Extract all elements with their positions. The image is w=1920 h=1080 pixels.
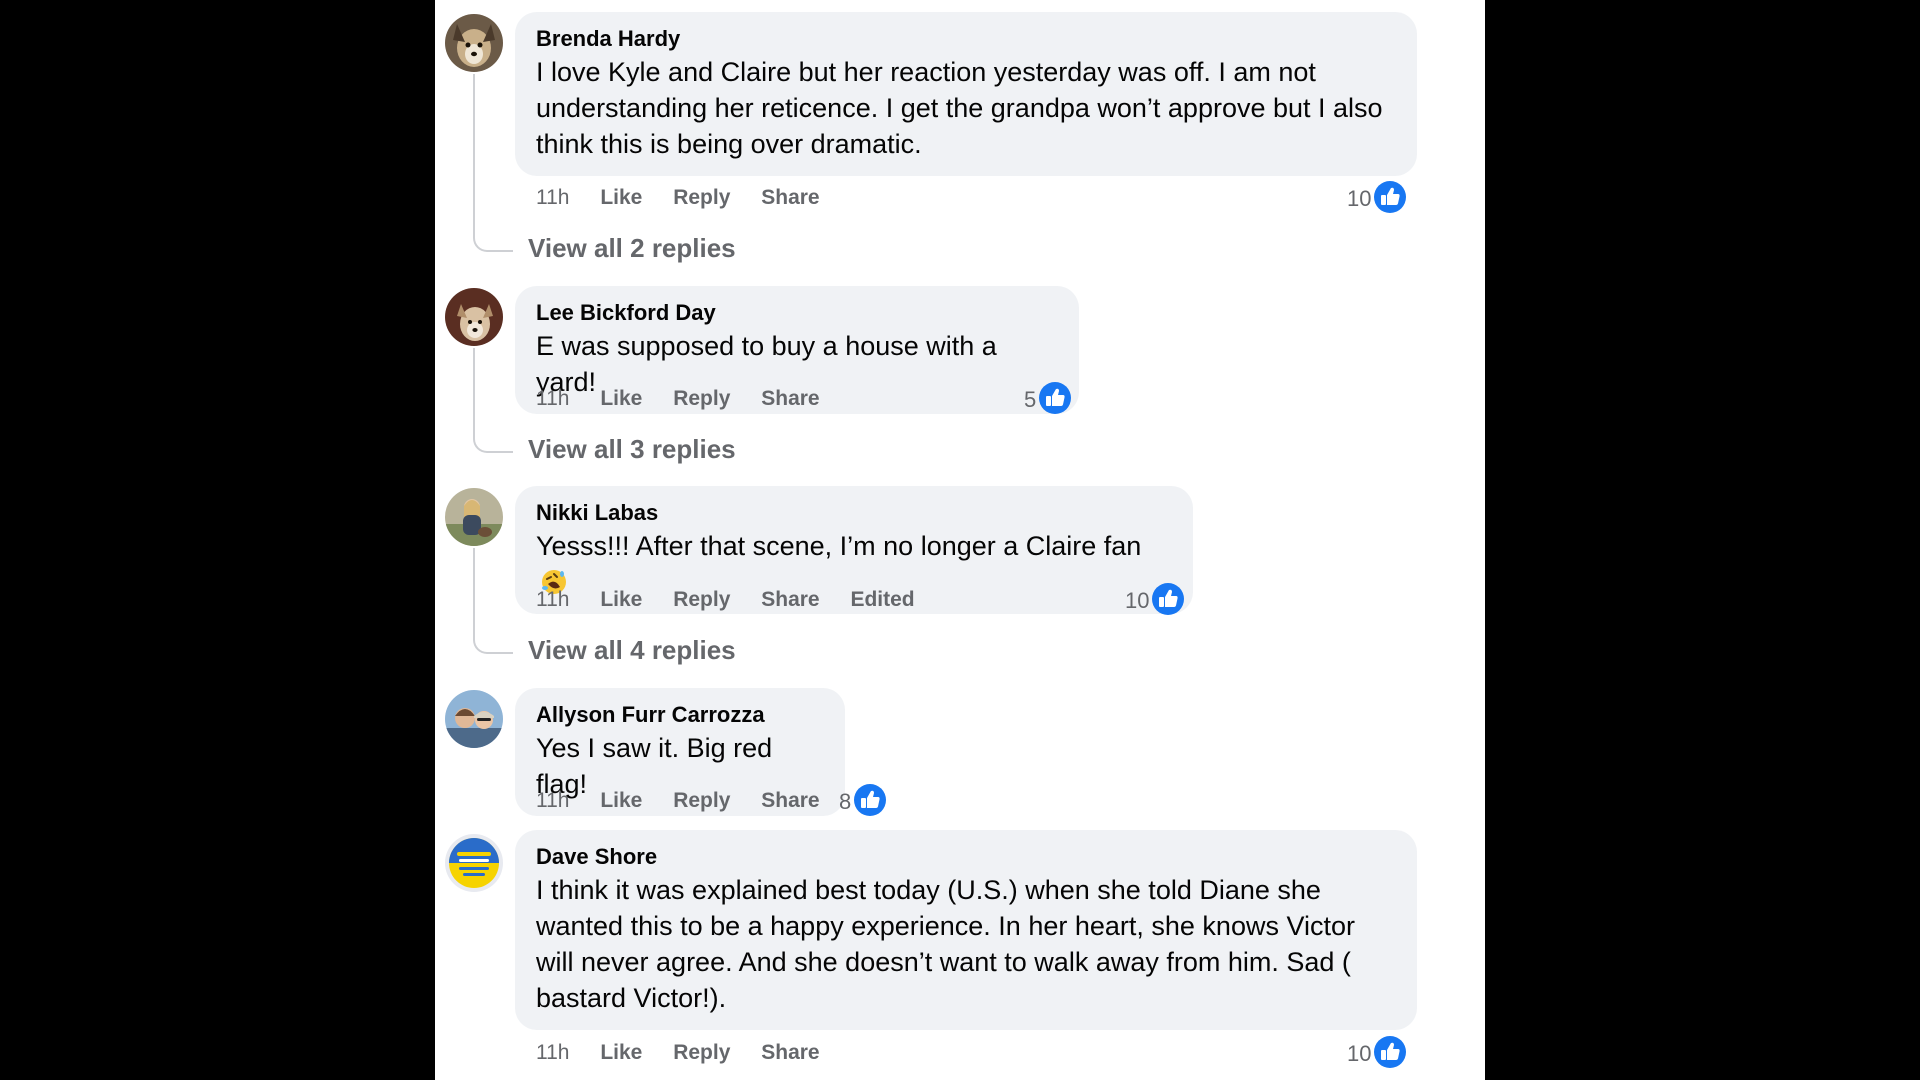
share-button[interactable]: Share — [761, 586, 819, 614]
comment-bubble: Brenda Hardy I love Kyle and Claire but … — [515, 12, 1417, 176]
view-replies-link[interactable]: View all 4 replies — [528, 633, 736, 667]
avatar-couple-photo-icon — [445, 690, 503, 748]
timestamp-link[interactable]: 11h — [536, 586, 569, 614]
like-button[interactable]: Like — [600, 787, 642, 815]
avatar[interactable] — [445, 690, 503, 748]
comment-actions: 11h Like Reply Share — [536, 385, 845, 413]
like-reaction-icon — [1374, 181, 1407, 213]
reply-button[interactable]: Reply — [673, 787, 730, 815]
comment-text: I think it was explained best today (U.S… — [536, 872, 1396, 1016]
like-button[interactable]: Like — [600, 586, 642, 614]
reaction-count: 8 — [839, 789, 852, 814]
comment-text-line: I think it was explained best today (U.S… — [536, 875, 1321, 905]
reply-button[interactable]: Reply — [673, 184, 730, 212]
reaction-summary[interactable]: 5 — [1024, 381, 1072, 415]
like-reaction-icon — [1039, 382, 1072, 414]
like-button[interactable]: Like — [600, 184, 642, 212]
comment-author[interactable]: Lee Bickford Day — [536, 300, 1058, 326]
avatar[interactable] — [445, 14, 503, 72]
reply-button[interactable]: Reply — [673, 586, 730, 614]
like-reaction-icon — [1152, 583, 1185, 615]
comment-author[interactable]: Nikki Labas — [536, 500, 1172, 526]
share-button[interactable]: Share — [761, 1039, 819, 1067]
comment-text-line: bastard Victor!). — [536, 983, 727, 1013]
edited-label[interactable]: Edited — [850, 586, 914, 614]
comment-author[interactable]: Allyson Furr Carrozza — [536, 702, 824, 728]
comment-actions: 11h Like Reply Share — [536, 184, 845, 212]
comment-actions: 11h Like Reply Share — [536, 787, 845, 815]
reaction-summary[interactable]: 10 — [1125, 582, 1185, 616]
comment-text-line: will never agree. And she doesn’t want t… — [536, 947, 1351, 977]
comment-text-line: understanding her reticence. I get the g… — [536, 93, 1383, 123]
comment-text-line: Yesss!!! After that scene, I’m no longer… — [536, 531, 1142, 561]
comment-text: I love Kyle and Claire but her reaction … — [536, 54, 1396, 162]
avatar-person-photo-icon — [445, 488, 503, 546]
avatar-dog-photo-icon — [445, 14, 503, 72]
like-button[interactable]: Like — [600, 385, 642, 413]
reaction-count: 10 — [1347, 1041, 1372, 1066]
timestamp-link[interactable]: 11h — [536, 1039, 569, 1067]
reaction-summary[interactable]: 10 — [1347, 180, 1407, 214]
like-reaction-icon — [854, 784, 887, 816]
share-button[interactable]: Share — [761, 787, 819, 815]
timestamp-link[interactable]: 11h — [536, 787, 569, 815]
share-button[interactable]: Share — [761, 184, 819, 212]
reaction-summary[interactable]: 10 — [1347, 1035, 1407, 1069]
comment-text-line: think this is being over dramatic. — [536, 129, 922, 159]
view-replies-link[interactable]: View all 2 replies — [528, 231, 736, 265]
avatar[interactable] — [445, 488, 503, 546]
comment-actions: 11h Like Reply Share — [536, 1039, 845, 1067]
timestamp-link[interactable]: 11h — [536, 385, 569, 413]
like-button[interactable]: Like — [600, 1039, 642, 1067]
comment-text-line: I love Kyle and Claire but her reaction … — [536, 57, 1316, 87]
avatar[interactable] — [445, 288, 503, 346]
reaction-count: 10 — [1347, 186, 1372, 211]
share-button[interactable]: Share — [761, 385, 819, 413]
comment-author[interactable]: Brenda Hardy — [536, 26, 1396, 52]
like-reaction-icon — [1374, 1036, 1407, 1068]
thread-connector — [473, 74, 513, 252]
comment-bubble: Dave Shore I think it was explained best… — [515, 830, 1417, 1030]
reaction-summary[interactable]: 8 — [839, 783, 887, 817]
timestamp-link[interactable]: 11h — [536, 184, 569, 212]
thread-connector — [473, 348, 513, 453]
reaction-count: 5 — [1024, 387, 1037, 412]
avatar-ukraine-badge-icon — [445, 834, 503, 892]
reply-button[interactable]: Reply — [673, 1039, 730, 1067]
comment-text-line: wanted this to be a happy experience. In… — [536, 911, 1355, 941]
avatar-dog-photo-icon — [445, 288, 503, 346]
comments-panel: Brenda Hardy I love Kyle and Claire but … — [435, 0, 1485, 1080]
view-replies-link[interactable]: View all 3 replies — [528, 432, 736, 466]
comment-actions: 11h Like Reply Share Edited — [536, 586, 940, 614]
avatar[interactable] — [445, 834, 503, 892]
reaction-count: 10 — [1125, 588, 1150, 613]
reply-button[interactable]: Reply — [673, 385, 730, 413]
thread-connector — [473, 548, 513, 654]
comment-author[interactable]: Dave Shore — [536, 844, 1396, 870]
